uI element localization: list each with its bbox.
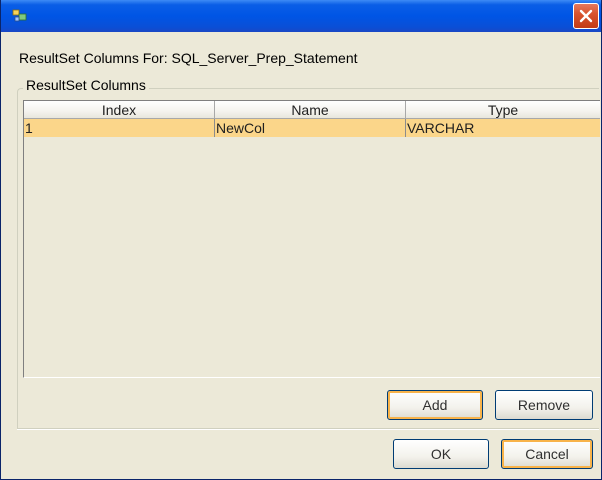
dialog-window: ResultSet Columns For: SQL_Server_Prep_S… [0,0,602,480]
cell-name[interactable]: NewCol [215,119,406,137]
cell-index[interactable]: 1 [24,119,215,137]
column-header-name[interactable]: Name [215,101,406,119]
separator [17,428,599,430]
table-row[interactable]: 1 NewCol VARCHAR [24,119,600,137]
table-header: Index Name Type [24,101,600,119]
cell-type[interactable]: VARCHAR [406,119,600,137]
column-header-type[interactable]: Type [406,101,600,119]
add-button[interactable]: Add [387,390,483,420]
cancel-button[interactable]: Cancel [501,439,593,469]
app-icon [12,8,28,24]
close-icon [579,9,593,23]
columns-table[interactable]: Index Name Type 1 NewCol VARCHAR [23,100,600,378]
resultset-header-label: ResultSet Columns For: SQL_Server_Prep_S… [19,50,358,66]
close-button[interactable] [573,3,599,29]
group-title: ResultSet Columns [23,77,149,93]
column-header-index[interactable]: Index [24,101,215,119]
title-bar[interactable] [1,0,601,32]
ok-button[interactable]: OK [393,439,489,469]
remove-button[interactable]: Remove [495,390,593,420]
